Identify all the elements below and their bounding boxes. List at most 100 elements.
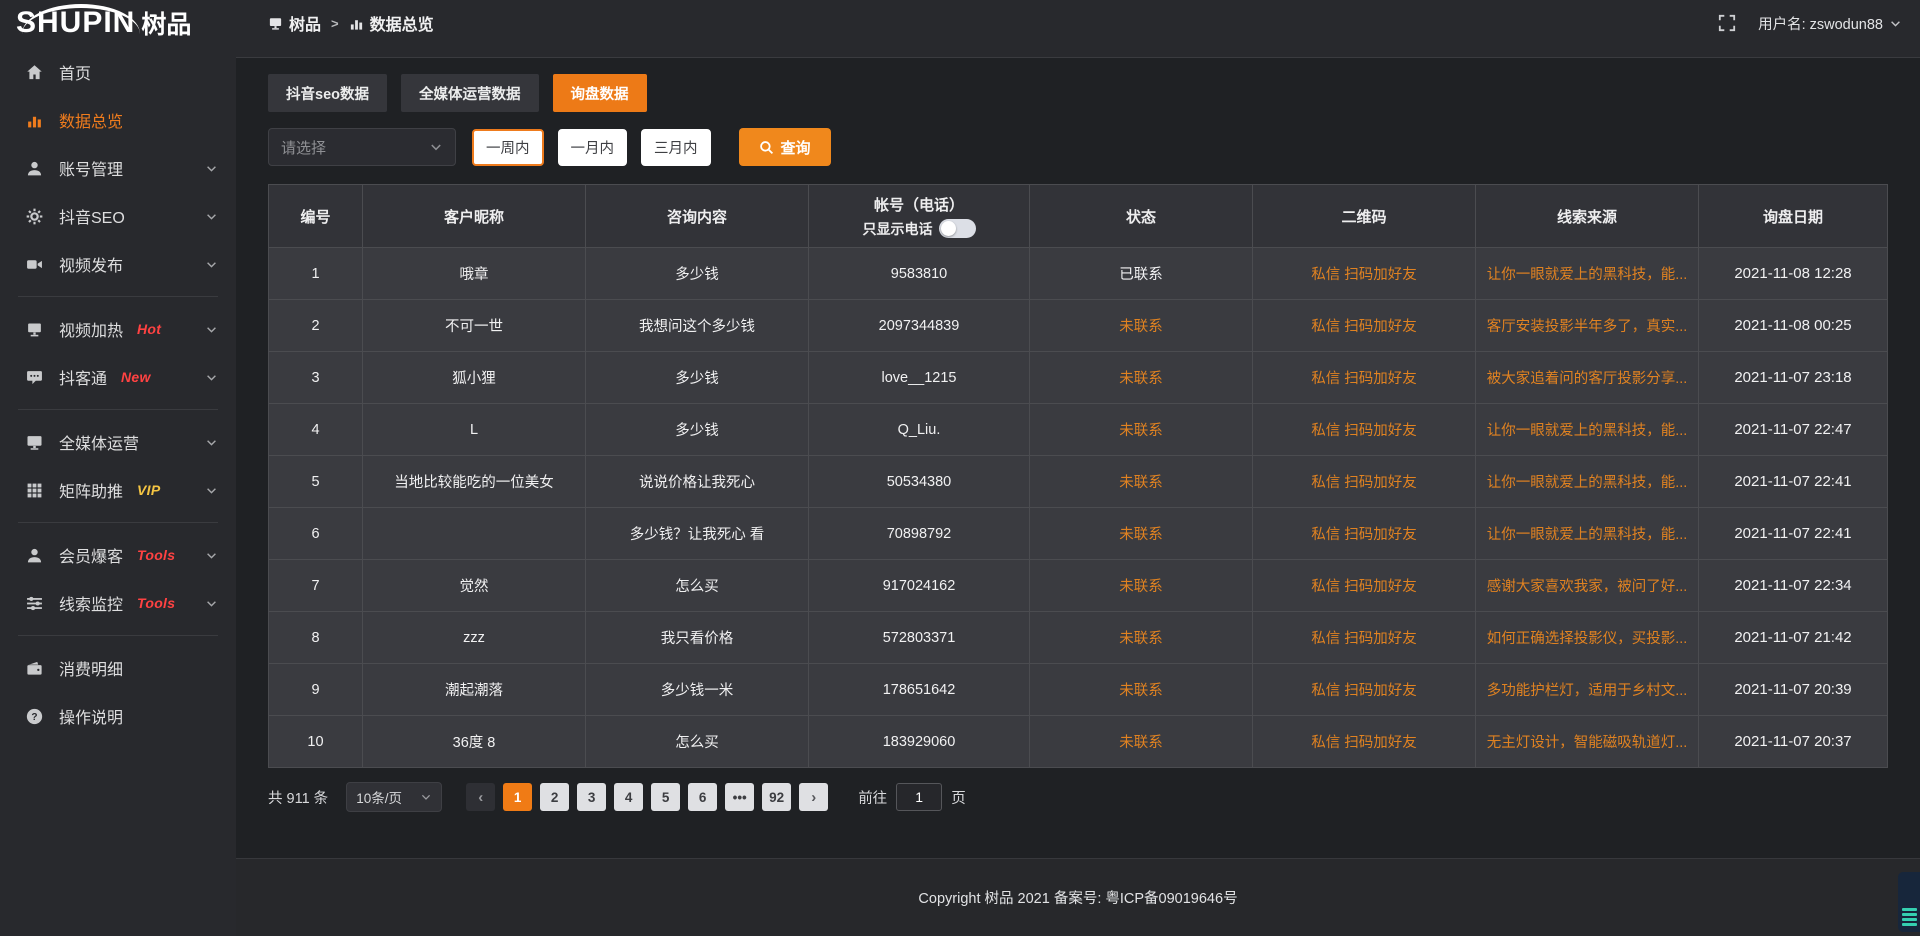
- cell-source[interactable]: 无主灯设计，智能磁吸轨道灯...: [1476, 716, 1698, 767]
- goto-label: 前往: [858, 787, 887, 808]
- tab-全媒体运营数据[interactable]: 全媒体运营数据: [401, 74, 539, 112]
- sidebar-item-label: 视频发布: [59, 252, 123, 276]
- breadcrumb-item[interactable]: 树品: [268, 11, 321, 35]
- logo-text-cn: 树品: [141, 12, 191, 38]
- cell-qrcode[interactable]: 私信 扫码加好友: [1253, 664, 1475, 715]
- next-page-button[interactable]: ›: [799, 783, 828, 811]
- sidebar-item-会员爆客[interactable]: 会员爆客Tools: [0, 531, 236, 579]
- page-button-5[interactable]: 5: [651, 783, 680, 811]
- page-button-4[interactable]: 4: [614, 783, 643, 811]
- cell-source[interactable]: 如何正确选择投影仪，买投影...: [1476, 612, 1698, 663]
- sidebar-item-视频发布[interactable]: 视频发布: [0, 240, 236, 288]
- monitor-icon: [26, 434, 43, 451]
- cell-qrcode[interactable]: 私信 扫码加好友: [1253, 716, 1475, 767]
- cell-account: 183929060: [809, 716, 1029, 767]
- goto-page-input[interactable]: [896, 783, 942, 811]
- cell-qrcode[interactable]: 私信 扫码加好友: [1253, 508, 1475, 559]
- cell-source[interactable]: 让你一眼就爱上的黑科技，能...: [1476, 456, 1698, 507]
- cell-qrcode[interactable]: 私信 扫码加好友: [1253, 560, 1475, 611]
- sidebar-item-badge: New: [121, 369, 151, 385]
- cell-date: 2021-11-07 22:47: [1699, 404, 1887, 455]
- cell-date: 2021-11-07 22:34: [1699, 560, 1887, 611]
- page-button-3[interactable]: 3: [577, 783, 606, 811]
- sidebar-divider: [18, 635, 218, 636]
- fullscreen-icon[interactable]: [1718, 14, 1736, 32]
- tab-询盘数据[interactable]: 询盘数据: [553, 74, 647, 112]
- cell-qrcode[interactable]: 私信 扫码加好友: [1253, 612, 1475, 663]
- sidebar-item-label: 首页: [59, 60, 91, 84]
- page-button-92[interactable]: 92: [762, 783, 791, 811]
- sidebar-item-badge: Hot: [137, 321, 161, 337]
- filter-select[interactable]: 请选择: [268, 128, 456, 166]
- cell-qrcode[interactable]: 私信 扫码加好友: [1253, 404, 1475, 455]
- cell-account: Q_Liu.: [809, 404, 1029, 455]
- cell-source[interactable]: 让你一眼就爱上的黑科技，能...: [1476, 508, 1698, 559]
- comment-icon: [26, 369, 43, 386]
- page-size-label: 10条/页: [356, 787, 402, 807]
- col-header-status: 状态: [1030, 185, 1252, 247]
- cell-qrcode[interactable]: 私信 扫码加好友: [1253, 300, 1475, 351]
- page-size-select[interactable]: 10条/页: [346, 782, 442, 812]
- sidebar-item-线索监控[interactable]: 线索监控Tools: [0, 579, 236, 627]
- cell-status: 未联系: [1030, 716, 1252, 767]
- sidebar-item-抖音SEO[interactable]: 抖音SEO: [0, 192, 236, 240]
- phone-only-toggle[interactable]: [939, 219, 976, 238]
- cell-qrcode[interactable]: 私信 扫码加好友: [1253, 456, 1475, 507]
- period-button-三月内[interactable]: 三月内: [641, 129, 711, 166]
- col-header-account-label: 帐号（电话）: [874, 194, 964, 215]
- cell-source[interactable]: 客厅安装投影半年多了，真实...: [1476, 300, 1698, 351]
- user-icon: [26, 160, 43, 177]
- sidebar-item-数据总览[interactable]: 数据总览: [0, 96, 236, 144]
- sidebar-item-视频加热[interactable]: 视频加热Hot: [0, 305, 236, 353]
- grid-icon: [26, 482, 43, 499]
- cell-status: 未联系: [1030, 352, 1252, 403]
- cell-content: 说说价格让我死心: [586, 456, 808, 507]
- total-count: 共 911 条: [268, 787, 328, 808]
- sidebar-item-label: 抖客通: [59, 365, 107, 389]
- col-header-no: 编号: [269, 185, 362, 247]
- cell-no: 1: [269, 248, 362, 299]
- sidebar-item-操作说明[interactable]: ?操作说明: [0, 692, 236, 740]
- svg-text:?: ?: [31, 712, 37, 723]
- chart-icon: [349, 16, 364, 31]
- cell-content: 多少钱: [586, 404, 808, 455]
- cell-qrcode[interactable]: 私信 扫码加好友: [1253, 352, 1475, 403]
- sidebar-item-账号管理[interactable]: 账号管理: [0, 144, 236, 192]
- more-pages-button[interactable]: •••: [725, 783, 754, 811]
- sidebar-item-矩阵助推[interactable]: 矩阵助推VIP: [0, 466, 236, 514]
- sidebar-item-消费明细[interactable]: 消费明细: [0, 644, 236, 692]
- page-button-6[interactable]: 6: [688, 783, 717, 811]
- app-logo: SHUPIN 树品: [0, 8, 236, 38]
- period-button-一周内[interactable]: 一周内: [472, 129, 544, 166]
- cell-status: 未联系: [1030, 456, 1252, 507]
- period-button-一月内[interactable]: 一月内: [558, 129, 628, 166]
- cell-source[interactable]: 多功能护栏灯，适用于乡村文...: [1476, 664, 1698, 715]
- copyright-text: Copyright 树品 2021 备案号: 粤ICP备09019646号: [918, 887, 1237, 908]
- cell-date: 2021-11-07 21:42: [1699, 612, 1887, 663]
- floating-widget[interactable]: [1898, 872, 1920, 932]
- sidebar-item-抖客通[interactable]: 抖客通 New: [0, 353, 236, 401]
- cell-nickname: 潮起潮落: [363, 664, 585, 715]
- cell-source[interactable]: 感谢大家喜欢我家，被问了好...: [1476, 560, 1698, 611]
- prev-page-button[interactable]: ‹: [466, 783, 495, 811]
- chevron-down-icon: [205, 549, 218, 562]
- cell-source[interactable]: 让你一眼就爱上的黑科技，能...: [1476, 248, 1698, 299]
- cell-source[interactable]: 让你一眼就爱上的黑科技，能...: [1476, 404, 1698, 455]
- tab-抖音seo数据[interactable]: 抖音seo数据: [268, 74, 387, 112]
- query-button-label: 查询: [781, 137, 811, 158]
- cell-no: 7: [269, 560, 362, 611]
- chevron-down-icon: [205, 258, 218, 271]
- sidebar-item-全媒体运营[interactable]: 全媒体运营: [0, 418, 236, 466]
- user-menu[interactable]: 用户名: zswodun88: [1758, 13, 1902, 34]
- cell-status: 未联系: [1030, 664, 1252, 715]
- cell-account: 50534380: [809, 456, 1029, 507]
- cell-source[interactable]: 被大家追着问的客厅投影分享...: [1476, 352, 1698, 403]
- breadcrumb-item[interactable]: 数据总览: [349, 11, 434, 35]
- wallet-icon: [26, 660, 43, 677]
- query-button[interactable]: 查询: [739, 128, 831, 166]
- page-button-2[interactable]: 2: [540, 783, 569, 811]
- cell-qrcode[interactable]: 私信 扫码加好友: [1253, 248, 1475, 299]
- page-button-1[interactable]: 1: [503, 783, 532, 811]
- sidebar-item-首页[interactable]: 首页: [0, 48, 236, 96]
- sidebar-divider: [18, 409, 218, 410]
